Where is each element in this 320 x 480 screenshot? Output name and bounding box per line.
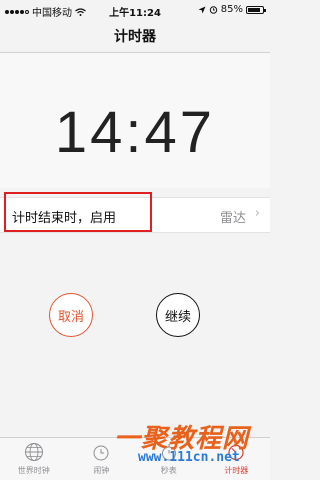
alarm-status-icon <box>209 6 217 14</box>
battery-percent: 85% <box>220 4 243 15</box>
battery-icon <box>246 5 266 14</box>
page-title: 计时器 <box>114 29 156 45</box>
tab-label: 秒表 <box>160 466 177 475</box>
cancel-button[interactable]: 取消 <box>49 293 93 337</box>
tab-label: 计时器 <box>224 466 249 475</box>
tab-label: 闹钟 <box>93 466 110 475</box>
timer-icon <box>228 444 244 461</box>
tab-label: 世界时钟 <box>17 466 50 475</box>
tab-alarm[interactable]: 闹钟 <box>68 438 136 480</box>
highlight-box <box>4 192 152 232</box>
tab-bar: 世界时钟 闹钟 秒表 计时器 <box>0 437 270 480</box>
resume-button[interactable]: 继续 <box>156 293 200 337</box>
tab-world-clock[interactable]: 世界时钟 <box>0 438 68 480</box>
timer-display: 14:47 <box>54 100 216 165</box>
location-icon <box>198 6 206 13</box>
status-right: 85% <box>198 4 266 15</box>
tab-timer[interactable]: 计时器 <box>203 438 271 480</box>
timer-area: 14:47 <box>0 53 270 188</box>
timer-end-sound-value: 雷达 <box>219 211 246 226</box>
tab-stopwatch[interactable]: 秒表 <box>135 438 203 480</box>
alarm-icon <box>93 445 109 461</box>
chevron-right-icon: › <box>254 206 260 221</box>
globe-icon <box>24 443 43 461</box>
status-bar: 中国移动 上午11:24 85% <box>0 0 270 20</box>
stopwatch-icon <box>161 444 176 461</box>
